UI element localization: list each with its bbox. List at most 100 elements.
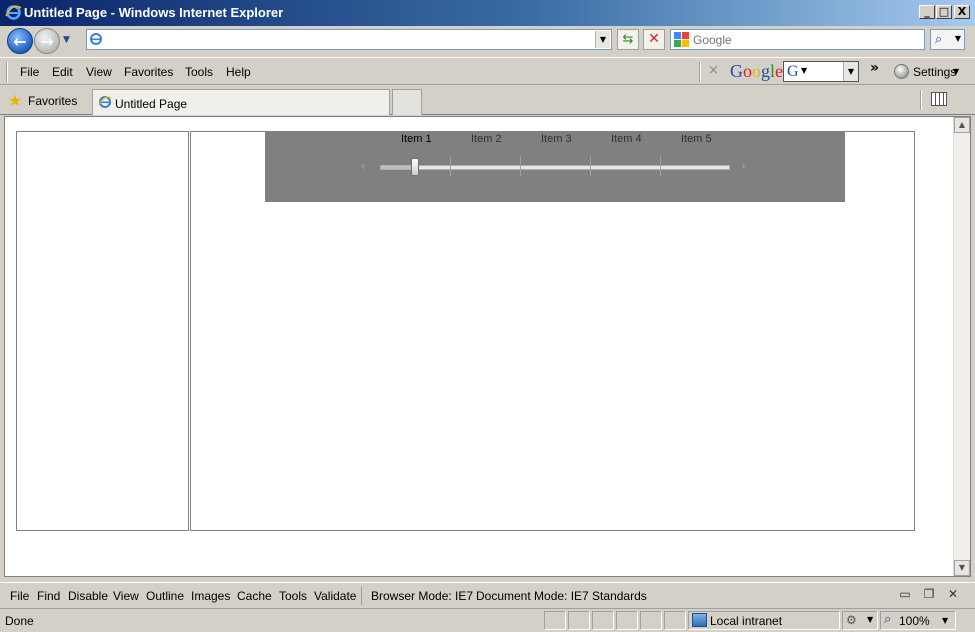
search-go-button[interactable]: ⌕ ▼: [930, 29, 965, 50]
close-button[interactable]: X: [954, 5, 970, 19]
zoom-dropdown-icon[interactable]: ▼: [942, 616, 948, 625]
scroll-down-icon[interactable]: ▼: [954, 560, 970, 576]
vertical-scrollbar[interactable]: ▲ ▼: [953, 117, 970, 576]
magnifier-icon: ⌕: [935, 32, 943, 47]
dev-menu-disable[interactable]: Disable: [68, 589, 108, 603]
slider-label-item-3[interactable]: Item 3: [541, 133, 572, 145]
page-ie-icon: [90, 33, 102, 45]
slider-label-item-1[interactable]: Item 1: [401, 133, 432, 145]
search-box[interactable]: [670, 29, 925, 50]
google-search-icon: [674, 32, 689, 47]
tab-untitled-page[interactable]: Untitled Page: [92, 89, 390, 115]
dev-undock-icon[interactable]: ❐: [921, 587, 937, 603]
dev-menu-cache[interactable]: Cache: [237, 589, 272, 603]
slider-tick: [660, 156, 661, 176]
slider-label-item-5[interactable]: Item 5: [681, 133, 712, 145]
dev-menu-tools[interactable]: Tools: [279, 589, 307, 603]
browser-mode-menu[interactable]: Browser Mode: IE7: [371, 589, 473, 603]
dev-menu-file[interactable]: File: [10, 589, 29, 603]
dev-close-icon[interactable]: ✕: [945, 587, 961, 603]
google-toolbar-grip: [699, 62, 701, 82]
scroll-up-icon[interactable]: ▲: [954, 117, 970, 133]
favorites-tab-bar: ★ Favorites Untitled Page: [0, 86, 975, 115]
protected-mode-dropdown-icon[interactable]: ▼: [867, 615, 873, 624]
zoom-magnifier-icon[interactable]: ⌕: [884, 612, 891, 627]
url-input[interactable]: [105, 32, 595, 47]
history-dropdown-icon[interactable]: ▼: [63, 35, 73, 45]
google-logo[interactable]: Google: [730, 61, 783, 82]
back-arrow-icon: ←: [13, 32, 27, 51]
refresh-button[interactable]: ⇆: [617, 29, 639, 50]
tab-label: Untitled Page: [115, 97, 188, 111]
status-cell: [616, 611, 638, 630]
protected-mode-icon[interactable]: ⚙: [846, 613, 857, 627]
back-button[interactable]: ←: [7, 28, 33, 54]
ie-logo-icon: [5, 5, 22, 20]
settings-gear-icon: [894, 64, 909, 79]
favorites-button[interactable]: Favorites: [28, 94, 77, 108]
dev-menu-find[interactable]: Find: [37, 589, 60, 603]
url-dropdown-icon[interactable]: ▼: [595, 31, 610, 48]
new-tab-button[interactable]: [392, 89, 422, 115]
dev-menu-outline[interactable]: Outline: [146, 589, 184, 603]
left-panel: [16, 131, 189, 531]
menu-help[interactable]: Help: [226, 65, 251, 79]
slider-track[interactable]: [380, 165, 730, 170]
forward-arrow-icon: →: [40, 32, 54, 51]
status-bar: Done Local intranet ⚙ ▼ ⌕ 100% ▼: [0, 608, 975, 632]
local-intranet-icon: [692, 613, 707, 627]
google-g-icon: G: [787, 63, 799, 80]
dev-menu-validate[interactable]: Validate: [314, 589, 356, 603]
title-bar: Untitled Page - Windows Internet Explore…: [0, 0, 975, 26]
status-cell: [664, 611, 686, 630]
menu-bar: File Edit View Favorites Tools Help × Go…: [0, 57, 975, 85]
slider-thumb[interactable]: [411, 158, 419, 176]
stop-button[interactable]: ✕: [643, 29, 665, 50]
zoom-level-button[interactable]: 100%: [899, 614, 930, 628]
security-zone-label[interactable]: Local intranet: [710, 614, 782, 628]
toolbar-grip: [6, 62, 8, 82]
address-field[interactable]: ▼: [86, 29, 612, 50]
status-cell: [640, 611, 662, 630]
settings-button[interactable]: Settings: [913, 65, 956, 79]
dev-menu-images[interactable]: Images: [191, 589, 230, 603]
google-toolbar-search-box[interactable]: G ▼ ▼: [783, 61, 859, 82]
more-tools-chevron-icon[interactable]: »: [870, 60, 879, 76]
tab-ie-icon: [98, 96, 112, 108]
maximize-button[interactable]: □: [936, 5, 952, 19]
settings-dropdown-icon[interactable]: ▼: [953, 67, 959, 76]
page-viewport: Item 1 Item 2 Item 3 Item 4 Item 5 ‹ › ▲…: [4, 116, 971, 577]
google-search-dropdown-icon[interactable]: ▼: [843, 62, 858, 81]
slider-tick: [520, 156, 521, 176]
slider-tick: [590, 156, 591, 176]
menu-edit[interactable]: Edit: [52, 65, 73, 79]
developer-toolbar: File Find Disable View Outline Images Ca…: [0, 582, 975, 607]
status-text: Done: [5, 614, 34, 628]
status-cell: [568, 611, 590, 630]
right-panel: Item 1 Item 2 Item 3 Item 4 Item 5 ‹ ›: [190, 131, 915, 531]
menu-tools[interactable]: Tools: [185, 65, 213, 79]
menu-file[interactable]: File: [20, 65, 39, 79]
dev-minimize-icon[interactable]: ▭: [897, 587, 913, 603]
dev-menu-view[interactable]: View: [113, 589, 139, 603]
search-input[interactable]: [693, 32, 918, 47]
favorites-star-icon[interactable]: ★: [8, 91, 22, 110]
slider-increase-icon[interactable]: ›: [741, 159, 746, 173]
search-options-dropdown-icon[interactable]: ▼: [955, 34, 961, 43]
dev-toolbar-separator: [361, 586, 362, 605]
slider-label-item-4[interactable]: Item 4: [611, 133, 642, 145]
google-g-dropdown-icon[interactable]: ▼: [801, 66, 807, 75]
window-title: Untitled Page - Windows Internet Explore…: [24, 5, 284, 20]
minimize-button[interactable]: _: [919, 5, 935, 19]
quick-tabs-icon[interactable]: [931, 92, 947, 106]
address-toolbar: ← → ▼ ▼ ⇆ ✕ ⌕ ▼: [0, 26, 975, 56]
forward-button[interactable]: →: [34, 28, 60, 54]
slider-label-item-2[interactable]: Item 2: [471, 133, 502, 145]
google-toolbar-close-icon[interactable]: ×: [708, 63, 719, 78]
slider-decrease-icon[interactable]: ‹: [361, 159, 366, 173]
menu-favorites[interactable]: Favorites: [124, 65, 173, 79]
slider-tick: [450, 156, 451, 176]
toolbar-separator: [920, 90, 922, 110]
document-mode-menu[interactable]: Document Mode: IE7 Standards: [476, 589, 647, 603]
menu-view[interactable]: View: [86, 65, 112, 79]
